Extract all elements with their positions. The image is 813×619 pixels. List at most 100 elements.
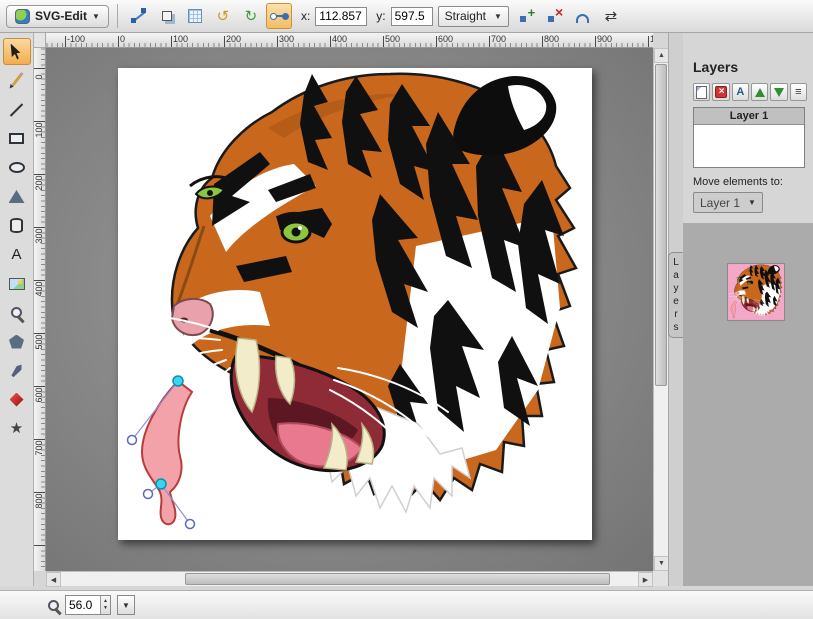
control-point-handle[interactable] bbox=[186, 520, 195, 529]
layer-properties-icon: ≡ bbox=[795, 87, 801, 98]
duplicate-icon bbox=[162, 11, 172, 21]
canvas-page[interactable] bbox=[118, 68, 592, 540]
panel-lower bbox=[683, 223, 813, 586]
toolbar-icons-right: ⇄ bbox=[514, 3, 624, 29]
move-layer-select[interactable]: Layer 1 ▼ bbox=[693, 192, 763, 213]
zoom-dropdown-button[interactable]: ▼ bbox=[117, 595, 135, 615]
open-path-icon bbox=[576, 14, 589, 23]
path-icon bbox=[9, 190, 25, 203]
image-button[interactable] bbox=[3, 270, 31, 297]
vertical-ruler: 0100200300400500600700800 bbox=[34, 48, 46, 571]
toolbar-divider bbox=[117, 4, 118, 28]
layer-properties-button[interactable]: ≡ bbox=[790, 83, 807, 101]
delete-layer-button[interactable] bbox=[712, 83, 729, 101]
x-input[interactable] bbox=[315, 7, 367, 26]
control-point-handle[interactable] bbox=[128, 436, 137, 445]
move-layer-down-button[interactable] bbox=[770, 83, 787, 101]
layer-row[interactable]: Layer 1 bbox=[694, 108, 804, 125]
control-point-handle[interactable] bbox=[144, 490, 153, 499]
vertical-scroll-thumb[interactable] bbox=[655, 64, 667, 386]
polygon-button[interactable] bbox=[3, 328, 31, 355]
grid-icon bbox=[188, 9, 202, 23]
segment-type-select[interactable]: Straight ▼ bbox=[438, 6, 509, 27]
open-path-button[interactable] bbox=[570, 3, 596, 29]
new-layer-button[interactable] bbox=[693, 83, 710, 101]
eyedropper-button[interactable] bbox=[3, 357, 31, 384]
v-ruler-label: 600 bbox=[34, 386, 44, 404]
vertical-scrollbar[interactable]: ▲ ▼ bbox=[653, 48, 668, 571]
select-button[interactable] bbox=[3, 38, 31, 65]
scroll-left-button[interactable]: ◀ bbox=[46, 572, 61, 587]
rename-layer-button[interactable]: A bbox=[732, 83, 749, 101]
layers-tab-letter: a bbox=[673, 269, 679, 282]
path-node-handle[interactable] bbox=[173, 376, 183, 386]
layers-list[interactable] bbox=[694, 125, 804, 167]
zoom-spin-down-button[interactable]: ▼ bbox=[103, 605, 108, 612]
duplicate-button[interactable] bbox=[154, 3, 180, 29]
rectangle-button[interactable] bbox=[3, 125, 31, 152]
gradient-button[interactable] bbox=[3, 386, 31, 413]
gradient-icon bbox=[10, 393, 24, 407]
svg-edit-logo-icon bbox=[15, 9, 30, 24]
tiger-artwork bbox=[118, 68, 592, 540]
link-control-points-icon bbox=[270, 10, 288, 22]
chevron-down-icon: ▼ bbox=[92, 12, 100, 21]
chevron-down-icon: ▼ bbox=[494, 12, 502, 21]
horizontal-scroll-thumb[interactable] bbox=[185, 573, 610, 585]
h-ruler-label: 200 bbox=[226, 34, 241, 44]
move-layer-up-icon bbox=[755, 88, 765, 97]
redo-icon: ↻ bbox=[245, 9, 258, 24]
link-control-points-button[interactable] bbox=[266, 3, 292, 29]
logo-label: SVG-Edit bbox=[35, 9, 87, 23]
grid-button[interactable] bbox=[182, 3, 208, 29]
line-button[interactable] bbox=[3, 96, 31, 123]
scroll-down-button[interactable]: ▼ bbox=[654, 556, 669, 571]
add-node-icon bbox=[519, 8, 535, 24]
h-ruler-label: 0 bbox=[120, 34, 125, 44]
zoom-spin-up-button[interactable]: ▲ bbox=[103, 598, 108, 605]
h-ruler-label: 800 bbox=[544, 34, 559, 44]
ellipse-button[interactable] bbox=[3, 154, 31, 181]
select-icon bbox=[10, 44, 23, 60]
svg-edit-app: SVG-Edit ▼ ↺↻ x: y: Straight ▼ ⇄ A★ -100… bbox=[0, 0, 813, 619]
scroll-right-button[interactable]: ▶ bbox=[638, 572, 653, 587]
delete-node-button[interactable] bbox=[542, 3, 568, 29]
v-ruler-label: 100 bbox=[34, 121, 44, 139]
undo-button[interactable]: ↺ bbox=[210, 3, 236, 29]
add-node-button[interactable] bbox=[514, 3, 540, 29]
canvas-workarea[interactable] bbox=[46, 48, 653, 571]
scroll-up-button[interactable]: ▲ bbox=[654, 48, 669, 63]
undo-icon: ↺ bbox=[217, 9, 230, 24]
reorient-path-button[interactable]: ⇄ bbox=[598, 3, 624, 29]
tools-sidebar: A★ bbox=[0, 33, 34, 586]
path-button[interactable] bbox=[3, 183, 31, 210]
star-button[interactable]: ★ bbox=[3, 415, 31, 442]
layer-buttons-row: A≡ bbox=[693, 83, 807, 101]
horizontal-scrollbar[interactable]: ◀ ▶ bbox=[46, 571, 653, 586]
edit-node-button[interactable] bbox=[126, 3, 152, 29]
move-layer-up-button[interactable] bbox=[751, 83, 768, 101]
v-ruler-label: 300 bbox=[34, 227, 44, 245]
shape-library-icon bbox=[10, 218, 23, 233]
zoom-spinner: ▲ ▼ bbox=[100, 596, 110, 614]
path-node-handle[interactable] bbox=[156, 479, 166, 489]
y-input[interactable] bbox=[391, 7, 433, 26]
layers-panel-tab[interactable]: Layers bbox=[668, 252, 683, 338]
pencil-button[interactable] bbox=[3, 67, 31, 94]
ellipse-icon bbox=[9, 162, 25, 173]
h-ruler-label: 900 bbox=[597, 34, 612, 44]
layer-thumbnail[interactable] bbox=[727, 263, 785, 321]
zoom-input[interactable] bbox=[66, 596, 100, 614]
scrollbar-corner bbox=[653, 571, 668, 586]
shape-library-button[interactable] bbox=[3, 212, 31, 239]
top-toolbar: SVG-Edit ▼ ↺↻ x: y: Straight ▼ ⇄ bbox=[0, 0, 813, 33]
line-icon bbox=[10, 103, 23, 116]
bottom-bar: ▲ ▼ ▼ bbox=[0, 590, 813, 619]
h-ruler-label: 1000 bbox=[650, 34, 653, 44]
text-button[interactable]: A bbox=[3, 241, 31, 268]
redo-button[interactable]: ↻ bbox=[238, 3, 264, 29]
main-menu-button[interactable]: SVG-Edit ▼ bbox=[6, 5, 109, 28]
layers-tab-letter: e bbox=[673, 295, 679, 308]
zoom-button[interactable] bbox=[3, 299, 31, 326]
star-icon: ★ bbox=[10, 421, 23, 436]
